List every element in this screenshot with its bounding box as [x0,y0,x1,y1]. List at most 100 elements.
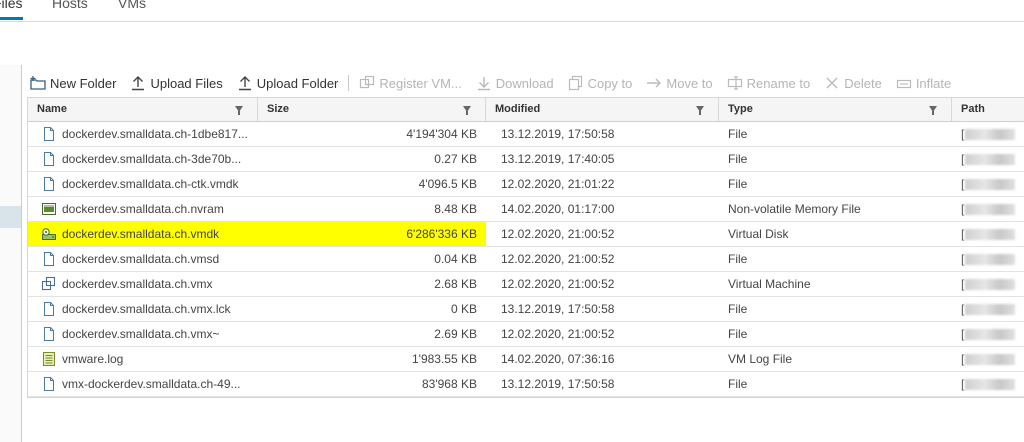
cell-modified: 13.12.2019, 17:50:58 [501,377,615,391]
path-text: [ [961,252,965,266]
register-vm-icon [360,75,375,89]
register-vm-label: Register VM... [379,75,462,91]
cell-type: File [728,127,748,141]
file-name: dockerdev.smalldata.ch.nvram [62,202,224,216]
rename-icon [727,76,742,90]
cell-name[interactable]: dockerdev.smalldata.ch.vmx.lck [28,297,258,321]
cell-name[interactable]: dockerdev.smalldata.ch.nvram [28,197,258,221]
filter-icon[interactable] [235,106,243,115]
table-row[interactable]: dockerdev.smalldata.ch-3de70b... 0.27 KB 1… [28,147,1024,172]
column-header-size[interactable]: Size [258,98,486,121]
virtual-machine-icon [41,276,57,292]
cell-name[interactable]: dockerdev.smalldata.ch-1dbe817... [28,122,258,146]
cell-modified: 14.02.2020, 01:17:00 [501,202,615,216]
file-name: dockerdev.smalldata.ch.vmx.lck [62,302,231,316]
nvram-icon [41,201,57,217]
column-size-label: Size [267,103,290,115]
redacted-path [965,329,1016,341]
table-row[interactable]: dockerdev.smalldata.ch.vmx.lck 0 KB 13.12.… [28,297,1024,322]
cell-path: [ [952,272,1024,296]
column-header-type[interactable]: Type [719,98,952,121]
table-row[interactable]: dockerdev.smalldata.ch-1dbe817... 4'194'3… [28,122,1024,147]
copy-to-label: Copy to [587,75,633,91]
column-path-label: Path [961,103,985,115]
table-row[interactable]: dockerdev.smalldata.ch.vmx~ 2.69 KB 12.02.… [28,322,1024,347]
cell-path: [ [952,247,1024,271]
grid-body: dockerdev.smalldata.ch-1dbe817... 4'194'3… [28,122,1024,397]
cell-modified: 13.12.2019, 17:50:58 [501,302,615,316]
cell-name[interactable]: dockerdev.smalldata.ch.vmsd [28,247,258,271]
new-folder-button[interactable]: New Folder [30,75,116,91]
file-icon [41,151,57,167]
log-file-icon [41,351,57,367]
path-text: [ [961,127,965,141]
cell-path: [ [952,197,1024,221]
active-tab-indicator [0,17,23,20]
table-row[interactable]: dockerdev.smalldata.ch.vmx 2.68 KB 12.02.2… [28,272,1024,297]
inflate-button[interactable]: Inflate [896,75,951,91]
cell-size: 0.04 KB [434,252,477,266]
filter-icon[interactable] [696,106,704,115]
file-icon [41,251,57,267]
column-name-label: Name [37,103,67,115]
redacted-path [965,154,1016,166]
move-to-button[interactable]: Move to [646,75,713,91]
redacted-path [965,279,1016,291]
redacted-path [965,204,1016,216]
cell-name[interactable]: dockerdev.smalldata.ch-3de70b... [28,147,258,171]
upload-files-button[interactable]: Upload Files [130,75,223,91]
upload-folder-button[interactable]: Upload Folder [237,75,339,91]
table-row[interactable]: dockerdev.smalldata.ch.vmdk 6'286'336 KB 1… [28,222,1024,247]
file-name: dockerdev.smalldata.ch-3de70b... [62,152,242,166]
table-row[interactable]: dockerdev.smalldata.ch-ctk.vmdk 4'096.5 K… [28,172,1024,197]
cell-size: 83'968 KB [421,377,477,391]
cell-type: Non-volatile Memory File [728,202,861,216]
cell-size: 1'983.55 KB [411,352,477,366]
move-to-label: Move to [666,75,713,91]
cell-name[interactable]: vmx-dockerdev.smalldata.ch-49... [28,372,258,396]
cell-name[interactable]: dockerdev.smalldata.ch.vmdk [28,222,258,246]
table-row[interactable]: dockerdev.smalldata.ch.vmsd 0.04 KB 12.02.… [28,247,1024,272]
cell-path: [ [952,372,1024,396]
tree-selected-item[interactable] [0,206,21,228]
cell-name[interactable]: dockerdev.smalldata.ch.vmx~ [28,322,258,346]
column-type-label: Type [728,103,753,115]
table-row[interactable]: vmware.log 1'983.55 KB 14.02.2020, 07:36:1… [28,347,1024,372]
redacted-path [965,254,1016,266]
virtual-disk-icon [41,226,57,242]
table-row[interactable]: vmx-dockerdev.smalldata.ch-49... 83'968 K… [28,372,1024,397]
cell-modified: 12.02.2020, 21:00:52 [501,327,615,341]
delete-x-icon [826,77,838,89]
cell-name[interactable]: vmware.log [28,347,258,371]
file-name: dockerdev.smalldata.ch-ctk.vmdk [62,177,239,191]
filter-icon[interactable] [929,106,937,115]
filter-icon[interactable] [463,106,471,115]
tab-hosts[interactable]: Hosts [52,0,88,11]
cell-name[interactable]: dockerdev.smalldata.ch.vmx [28,272,258,296]
copy-to-button[interactable]: Copy to [568,75,633,91]
column-header-name[interactable]: Name [28,98,258,121]
file-name: vmware.log [62,352,124,366]
file-name: dockerdev.smalldata.ch-1dbe817... [62,127,248,141]
delete-button[interactable]: Delete [824,75,882,91]
rename-to-label: Rename to [746,75,811,91]
cell-type: File [728,327,748,341]
register-vm-button[interactable]: Register VM... [359,75,462,91]
upload-folder-label: Upload Folder [256,75,339,91]
tab-files[interactable]: Files [0,0,23,11]
cell-name[interactable]: dockerdev.smalldata.ch-ctk.vmdk [28,172,258,196]
download-button[interactable]: Download [476,75,554,91]
path-text: [ [961,352,965,366]
tab-bar: Files Hosts VMs [0,0,1024,22]
upload-icon [132,76,145,91]
rename-to-button[interactable]: Rename to [727,75,811,91]
file-toolbar: New Folder Upload Files Upload Folder Re… [30,73,965,93]
file-name: dockerdev.smalldata.ch.vmdk [62,227,220,241]
path-text: [ [961,327,965,341]
column-header-modified[interactable]: Modified [486,98,719,121]
file-name: dockerdev.smalldata.ch.vmx~ [62,327,220,341]
column-header-path[interactable]: Path [952,98,1024,121]
tab-vms[interactable]: VMs [118,0,146,11]
table-row[interactable]: dockerdev.smalldata.ch.nvram 8.48 KB 14.02… [28,197,1024,222]
file-name: dockerdev.smalldata.ch.vmsd [62,252,220,266]
